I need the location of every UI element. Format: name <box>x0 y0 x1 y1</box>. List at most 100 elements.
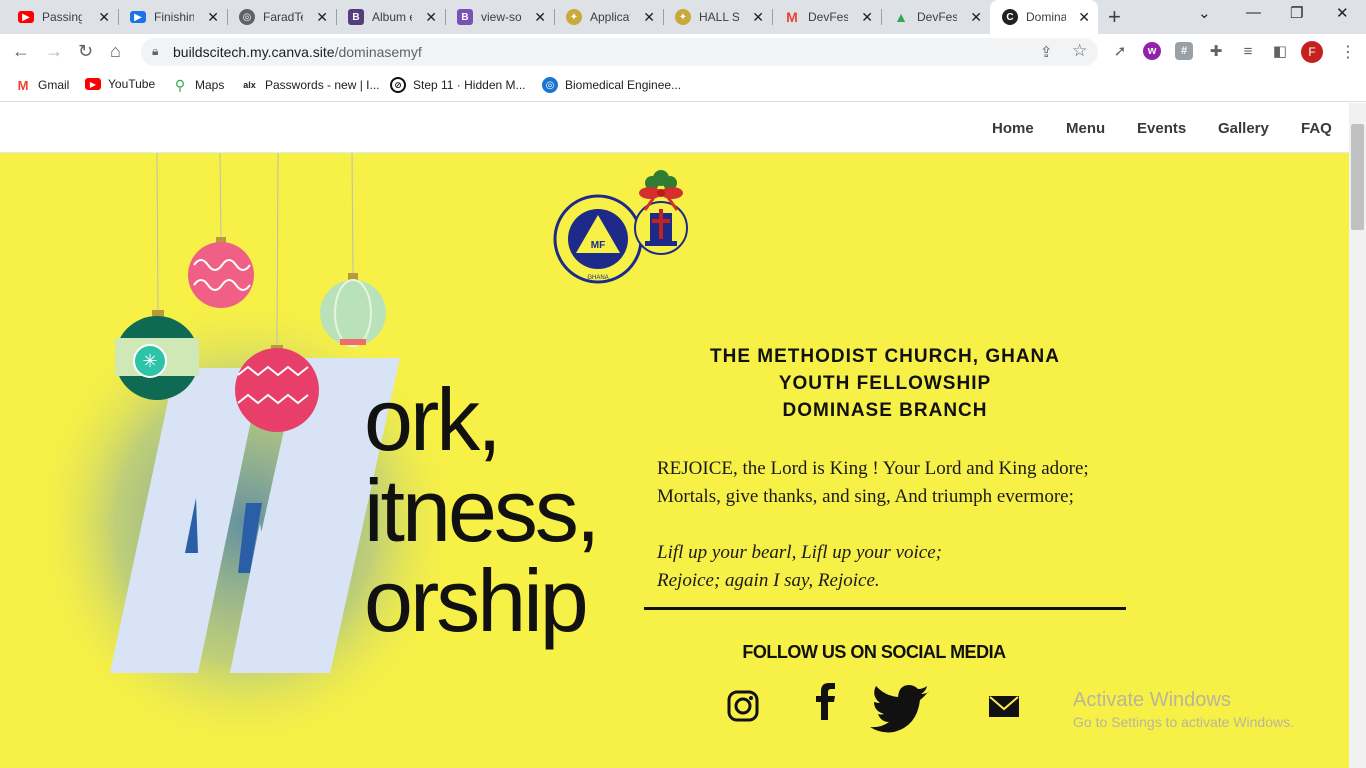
mint-ornament <box>320 273 386 347</box>
tab-title: DevFest <box>808 10 848 24</box>
side-panel-icon[interactable]: ◧ <box>1271 42 1289 60</box>
puzzle-extensions-icon[interactable]: ✚ <box>1207 42 1225 60</box>
bookmark-passwords[interactable]: alx Passwords - new | I... <box>241 77 379 93</box>
tab-title: Album e <box>372 10 412 24</box>
svg-text:MF: MF <box>591 240 605 251</box>
email-icon[interactable] <box>989 696 1019 717</box>
tab-title: DevFest <box>917 10 957 24</box>
close-icon[interactable]: ✕ <box>861 9 873 25</box>
tab-6[interactable]: ✦ Applicat ✕ <box>554 0 663 34</box>
facebook-icon[interactable] <box>816 683 835 720</box>
rocket-extension-icon[interactable]: ➚ <box>1111 42 1129 60</box>
close-icon[interactable]: ✕ <box>534 9 546 25</box>
ornament-string <box>219 153 222 242</box>
bookmark-gmail[interactable]: M Gmail <box>15 77 70 93</box>
tab-title: FaradTec <box>263 10 303 24</box>
follow-heading: FOLLOW US ON SOCIAL MEDIA <box>742 642 1006 662</box>
scrollbar-thumb[interactable] <box>1351 124 1364 230</box>
bookmark-maps[interactable]: ⚲ Maps <box>172 77 224 93</box>
tab-2[interactable]: ▶ Finishing ✕ <box>118 0 227 34</box>
twitter-icon[interactable] <box>870 685 929 733</box>
instagram-icon[interactable] <box>727 690 759 722</box>
tab-1[interactable]: ▶ Passing ✕ <box>0 0 118 34</box>
tab-8[interactable]: M DevFest ✕ <box>772 0 881 34</box>
tab-7[interactable]: ✦ HALL SE ✕ <box>663 0 772 34</box>
close-icon[interactable]: ✕ <box>1078 9 1090 25</box>
close-icon[interactable]: ✕ <box>207 9 219 25</box>
canva-icon: C <box>1002 9 1018 25</box>
bookmark-youtube[interactable]: ▶ YouTube <box>85 77 155 91</box>
tab-search-chevron-icon[interactable]: ⌄ <box>1198 4 1211 22</box>
tab-title: HALL SE <box>699 10 739 24</box>
nav-gallery[interactable]: Gallery <box>1218 120 1269 137</box>
home-icon[interactable]: ⌂ <box>110 41 121 62</box>
pink-ornament <box>188 237 254 308</box>
close-icon[interactable]: ✕ <box>970 9 982 25</box>
nav-events[interactable]: Events <box>1137 120 1186 137</box>
tab-title: Applicat <box>590 10 630 24</box>
word-ork: ork, <box>364 370 502 469</box>
back-arrow-icon[interactable]: ← <box>12 41 30 62</box>
tab-4[interactable]: B Album e ✕ <box>336 0 445 34</box>
tab-9[interactable]: ▲ DevFest ✕ <box>881 0 990 34</box>
heading-line: YOUTH FELLOWSHIP <box>778 373 992 394</box>
gmail-icon: M <box>786 9 798 25</box>
bookmark-biomedical[interactable]: ◎ Biomedical Enginee... <box>542 77 681 93</box>
close-icon[interactable]: ✕ <box>98 9 110 25</box>
bookmark-label: Gmail <box>38 78 70 92</box>
gmail-icon: M <box>17 77 29 93</box>
video-icon: ▶ <box>130 11 146 23</box>
url-text[interactable]: buildscitech.my.canva.site/dominasemyf <box>173 44 422 60</box>
bookmark-star-icon[interactable]: ☆ <box>1072 41 1087 61</box>
close-icon[interactable]: ✕ <box>643 9 655 25</box>
nav-menu[interactable]: Menu <box>1066 120 1105 137</box>
verse-line: REJOICE, the Lord is King ! Your Lord an… <box>657 458 1089 479</box>
crest-icon: ✦ <box>675 9 691 25</box>
new-tab-button[interactable]: + <box>1108 4 1121 30</box>
tab-10-active[interactable]: C Domina ✕ <box>990 0 1098 34</box>
share-icon[interactable]: ⇪ <box>1040 43 1053 61</box>
bootstrap-icon: B <box>348 9 364 25</box>
close-icon[interactable]: ✕ <box>425 9 437 25</box>
globe-icon: ◎ <box>542 77 558 93</box>
extension-tile-icon[interactable]: # <box>1175 42 1193 60</box>
minimize-button[interactable]: — <box>1246 4 1261 21</box>
bookmark-step-11[interactable]: ⊘ Step 11 · Hidden M... <box>390 77 526 93</box>
tab-title: Passing <box>42 10 82 24</box>
bookmark-label: YouTube <box>108 77 156 91</box>
verse-line: Mortals, give thanks, and sing, And triu… <box>657 486 1074 507</box>
bookmark-label: Step 11 · Hidden M... <box>413 78 526 92</box>
tab-5[interactable]: B view-sou ✕ <box>445 0 554 34</box>
tab-title: Finishing <box>154 10 194 24</box>
activate-windows-title: Activate Windows <box>1073 689 1231 711</box>
myf-logo: MF GHANA <box>553 194 643 284</box>
nav-home[interactable]: Home <box>992 120 1034 137</box>
church-crest-logo <box>634 201 688 255</box>
close-icon[interactable]: ✕ <box>316 9 328 25</box>
divider <box>644 607 1126 610</box>
nav-faq[interactable]: FAQ <box>1301 120 1332 137</box>
lock-icon[interactable]: 🔒︎ <box>152 44 158 59</box>
ornament-string <box>156 153 159 314</box>
word-orship: orship <box>364 551 589 650</box>
verse-line-italic: Lifl up your bearl, Lifl up your voice; <box>657 542 942 563</box>
window-close-button[interactable]: ✕ <box>1336 4 1349 22</box>
alx-icon: alx <box>243 80 256 90</box>
tab-3[interactable]: ◎ FaradTec ✕ <box>227 0 336 34</box>
tab-title: Domina <box>1026 10 1066 24</box>
ornament-string <box>351 153 354 274</box>
restore-button[interactable]: ❐ <box>1290 4 1303 22</box>
tab-title: view-sou <box>481 10 521 24</box>
bookmark-label: Biomedical Enginee... <box>565 78 682 92</box>
w-extension-icon[interactable]: w <box>1143 42 1161 60</box>
profile-avatar[interactable]: F <box>1301 41 1323 63</box>
drive-icon: ▲ <box>894 9 908 25</box>
activate-windows-subtitle: Go to Settings to activate Windows. <box>1073 714 1294 730</box>
youtube-icon: ▶ <box>85 78 101 90</box>
close-icon[interactable]: ✕ <box>752 9 764 25</box>
kebab-menu-icon[interactable]: ⋮ <box>1340 42 1356 62</box>
reload-icon[interactable]: ↻ <box>78 41 93 62</box>
forward-arrow-icon[interactable]: → <box>45 41 63 62</box>
svg-text:GHANA: GHANA <box>587 275 608 281</box>
media-queue-icon[interactable]: ≡ <box>1239 42 1257 60</box>
